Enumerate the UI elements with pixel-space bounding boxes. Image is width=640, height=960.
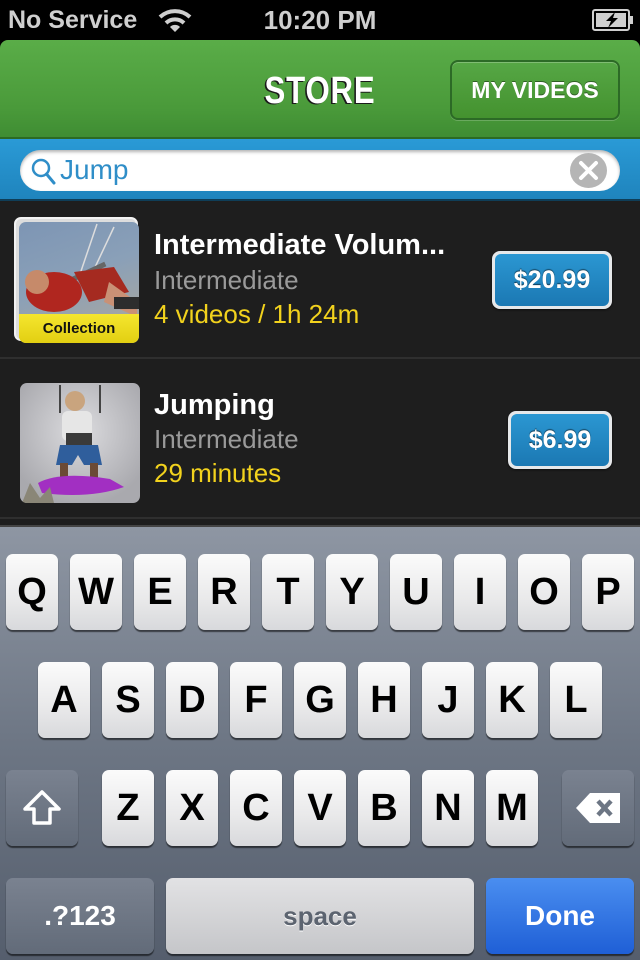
results-list: Collection Intermediate Volum... Interme… [0,201,640,525]
shift-icon [23,790,61,825]
numbers-key[interactable]: .?123 [6,878,154,954]
item-meta: 29 minutes [154,458,282,488]
keyboard: .?123 space Done QWERTYUIOP ASDFGHJKL ZXCV… [0,525,640,960]
key-t[interactable]: T [262,554,314,630]
key-g[interactable]: G [294,662,346,738]
list-item[interactable]: Jumping Intermediate 29 minutes $6.99 [0,361,640,519]
key-e[interactable]: E [134,554,186,630]
nav-bar: STORE MY VIDEOS [0,40,640,139]
my-videos-button[interactable]: MY VIDEOS [450,60,620,120]
key-x[interactable]: X [166,770,218,846]
buy-button[interactable]: $6.99 [508,411,612,469]
collection-badge: Collection [19,314,139,343]
space-key[interactable]: space [166,878,474,954]
buy-button[interactable]: $20.99 [492,251,612,309]
key-h[interactable]: H [358,662,410,738]
key-m[interactable]: M [486,770,538,846]
item-meta: 4 videos / 1h 24m [154,299,360,329]
search-bar: Jump [0,139,640,201]
key-w[interactable]: W [70,554,122,630]
key-y[interactable]: Y [326,554,378,630]
key-f[interactable]: F [230,662,282,738]
status-bar: No Service 10:20 PM [0,0,640,40]
key-a[interactable]: A [38,662,90,738]
battery-charging-icon [592,9,634,31]
key-q[interactable]: Q [6,554,58,630]
key-s[interactable]: S [102,662,154,738]
search-input[interactable]: Jump [20,150,620,191]
item-title: Jumping [154,389,275,421]
item-title: Intermediate Volum... [154,229,446,261]
clear-search-button[interactable] [570,153,607,188]
shift-key[interactable] [6,770,78,846]
clear-icon [579,161,598,180]
clock: 10:20 PM [263,5,377,35]
search-icon [30,157,56,185]
item-level: Intermediate [154,424,299,454]
kiteboarder-thumbnail: Collection [19,222,139,343]
price-label: $6.99 [511,414,609,466]
key-v[interactable]: V [294,770,346,846]
key-i[interactable]: I [454,554,506,630]
key-n[interactable]: N [422,770,474,846]
key-u[interactable]: U [390,554,442,630]
key-c[interactable]: C [230,770,282,846]
search-query: Jump [60,154,129,185]
done-key[interactable]: Done [486,878,634,954]
item-level: Intermediate [154,265,299,295]
list-item[interactable]: Collection Intermediate Volum... Interme… [0,201,640,359]
key-d[interactable]: D [166,662,218,738]
delete-icon [576,793,620,823]
kiteboarder-thumbnail [20,383,140,503]
delete-key[interactable] [562,770,634,846]
key-z[interactable]: Z [102,770,154,846]
key-k[interactable]: K [486,662,538,738]
key-p[interactable]: P [582,554,634,630]
price-label: $20.99 [495,254,609,306]
key-b[interactable]: B [358,770,410,846]
key-r[interactable]: R [198,554,250,630]
key-o[interactable]: O [518,554,570,630]
key-j[interactable]: J [422,662,474,738]
key-l[interactable]: L [550,662,602,738]
